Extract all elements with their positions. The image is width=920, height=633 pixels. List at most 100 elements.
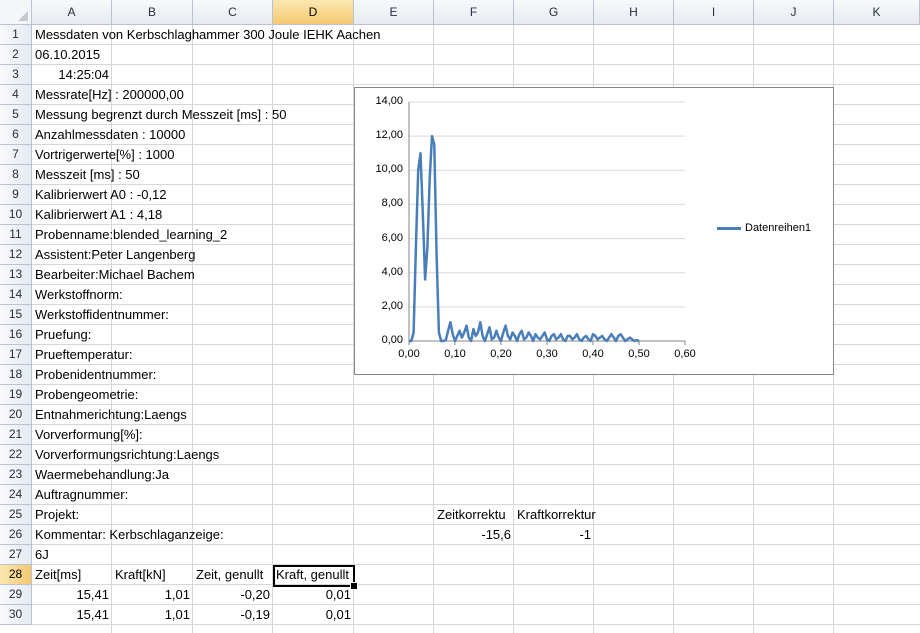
cell-a2[interactable]: 06.10.2015 bbox=[32, 45, 103, 65]
cell-a18[interactable]: Probenidentnummer: bbox=[32, 365, 159, 385]
row-header-15[interactable]: 15 bbox=[0, 305, 32, 325]
y-tick-label: 0,00 bbox=[381, 334, 403, 346]
cell-a17[interactable]: Prueftemperatur: bbox=[32, 345, 136, 365]
cell-c30[interactable]: -0,19 bbox=[193, 605, 273, 625]
row-header-28[interactable]: 28 bbox=[0, 565, 32, 585]
cell-g25[interactable]: Kraftkorrektur bbox=[514, 505, 599, 525]
row-header-24[interactable]: 24 bbox=[0, 485, 32, 505]
cell-a24[interactable]: Auftragnummer: bbox=[32, 485, 131, 505]
embedded-chart[interactable]: 0,00 2,00 4,00 6,00 8,00 10,00 12,00 14,00 0,00 0… bbox=[354, 87, 834, 375]
y-tick-label: 8,00 bbox=[381, 197, 403, 210]
cell-a3[interactable]: 14:25:04 bbox=[32, 65, 112, 85]
cell-a27[interactable]: 6J bbox=[32, 545, 52, 565]
y-tick-label: 2,00 bbox=[381, 299, 403, 312]
cell-a16[interactable]: Pruefung: bbox=[32, 325, 94, 345]
cell-a11[interactable]: Probenname:blended_learning_2 bbox=[32, 225, 230, 245]
active-cell-selection[interactable] bbox=[273, 565, 355, 587]
cell-a10[interactable]: Kalibrierwert A1 : 4,18 bbox=[32, 205, 165, 225]
row-header-6[interactable]: 6 bbox=[0, 125, 32, 145]
cell-d29[interactable]: 0,01 bbox=[273, 585, 354, 605]
cell-a4[interactable]: Messrate[Hz] : 200000,00 bbox=[32, 85, 187, 105]
y-tick-label: 6,00 bbox=[381, 231, 403, 244]
cell-b30[interactable]: 1,01 bbox=[112, 605, 193, 625]
cell-a25[interactable]: Projekt: bbox=[32, 505, 82, 525]
row-header-19[interactable]: 19 bbox=[0, 385, 32, 405]
cell-a15[interactable]: Werkstoffidentnummer: bbox=[32, 305, 172, 325]
column-header-g[interactable]: G bbox=[514, 0, 594, 25]
row-header-27[interactable]: 27 bbox=[0, 545, 32, 565]
fill-handle[interactable] bbox=[350, 582, 358, 590]
row-header-7[interactable]: 7 bbox=[0, 145, 32, 165]
x-tick-label: 0,60 bbox=[674, 348, 696, 360]
cell-a23[interactable]: Waermebehandlung:Ja bbox=[32, 465, 172, 485]
row-header-18[interactable]: 18 bbox=[0, 365, 32, 385]
row-header-3[interactable]: 3 bbox=[0, 65, 32, 85]
row-header-9[interactable]: 9 bbox=[0, 185, 32, 205]
cell-a20[interactable]: Entnahmerichtung:Laengs bbox=[32, 405, 190, 425]
cell-a1[interactable]: Messdaten von Kerbschlaghammer 300 Joule… bbox=[32, 25, 383, 45]
row-header-12[interactable]: 12 bbox=[0, 245, 32, 265]
cell-a22[interactable]: Vorverformungsrichtung:Laengs bbox=[32, 445, 222, 465]
row-header-17[interactable]: 17 bbox=[0, 345, 32, 365]
cell-a8[interactable]: Messzeit [ms] : 50 bbox=[32, 165, 143, 185]
row-header-26[interactable]: 26 bbox=[0, 525, 32, 545]
column-header-e[interactable]: E bbox=[354, 0, 434, 25]
spreadsheet-grid[interactable]: A B C D E F G H I J K 1 2 3 4 5 6 7 8 9 10 11 12 13 1… bbox=[0, 0, 920, 633]
row-header-1[interactable]: 1 bbox=[0, 25, 32, 45]
row-header-2[interactable]: 2 bbox=[0, 45, 32, 65]
cell-d30[interactable]: 0,01 bbox=[273, 605, 354, 625]
row-header-8[interactable]: 8 bbox=[0, 165, 32, 185]
chart-legend[interactable]: Datenreihen1 bbox=[717, 222, 811, 234]
cell-a14[interactable]: Werkstoffnorm: bbox=[32, 285, 126, 305]
row-header-5[interactable]: 5 bbox=[0, 105, 32, 125]
cell-f26[interactable]: -15,6 bbox=[434, 525, 514, 545]
select-all-corner[interactable] bbox=[0, 0, 32, 25]
row-header-10[interactable]: 10 bbox=[0, 205, 32, 225]
cell-a28[interactable]: Zeit[ms] bbox=[32, 565, 112, 585]
row-header-16[interactable]: 16 bbox=[0, 325, 32, 345]
column-header-i[interactable]: I bbox=[674, 0, 754, 25]
column-header-h[interactable]: H bbox=[594, 0, 674, 25]
row-header-30[interactable]: 30 bbox=[0, 605, 32, 625]
cell-f25[interactable]: Zeitkorrektu bbox=[434, 505, 514, 525]
row-header-13[interactable]: 13 bbox=[0, 265, 32, 285]
column-header-f[interactable]: F bbox=[434, 0, 514, 25]
row-header-21[interactable]: 21 bbox=[0, 425, 32, 445]
cell-b29[interactable]: 1,01 bbox=[112, 585, 193, 605]
column-header-j[interactable]: J bbox=[754, 0, 834, 25]
cell-a12[interactable]: Assistent:Peter Langenberg bbox=[32, 245, 198, 265]
column-header-c[interactable]: C bbox=[193, 0, 273, 25]
row-gridline bbox=[32, 384, 920, 385]
cell-a6[interactable]: Anzahlmessdaten : 10000 bbox=[32, 125, 188, 145]
cell-a5[interactable]: Messung begrenzt durch Messzeit [ms] : 5… bbox=[32, 105, 289, 125]
row-header-4[interactable]: 4 bbox=[0, 85, 32, 105]
cell-a21[interactable]: Vorverformung[%]: bbox=[32, 425, 146, 445]
x-tick-label: 0,00 bbox=[398, 348, 420, 360]
select-all-triangle-icon bbox=[18, 11, 28, 21]
row-header-20[interactable]: 20 bbox=[0, 405, 32, 425]
column-header-b[interactable]: B bbox=[112, 0, 193, 25]
row-header-23[interactable]: 23 bbox=[0, 465, 32, 485]
row-header-11[interactable]: 11 bbox=[0, 225, 32, 245]
column-header-k[interactable]: K bbox=[834, 0, 920, 25]
row-header-25[interactable]: 25 bbox=[0, 505, 32, 525]
y-tick-label: 10,00 bbox=[375, 163, 403, 176]
cell-a26[interactable]: Kommentar: Kerbschlaganzeige: bbox=[32, 525, 227, 545]
cell-a13[interactable]: Bearbeiter:Michael Bachem bbox=[32, 265, 198, 285]
row-header-14[interactable]: 14 bbox=[0, 285, 32, 305]
cell-a9[interactable]: Kalibrierwert A0 : -0,12 bbox=[32, 185, 170, 205]
cell-b28[interactable]: Kraft[kN] bbox=[112, 565, 193, 585]
column-header-a[interactable]: A bbox=[32, 0, 112, 25]
row-gridline bbox=[32, 64, 920, 65]
cell-a29[interactable]: 15,41 bbox=[32, 585, 112, 605]
row-header-29[interactable]: 29 bbox=[0, 585, 32, 605]
cell-a7[interactable]: Vortrigerwerte[%] : 1000 bbox=[32, 145, 177, 165]
cell-c29[interactable]: -0,20 bbox=[193, 585, 273, 605]
cell-c28[interactable]: Zeit, genullt bbox=[193, 565, 273, 585]
cell-g26[interactable]: -1 bbox=[514, 525, 594, 545]
row-header-22[interactable]: 22 bbox=[0, 445, 32, 465]
cell-a19[interactable]: Probengeometrie: bbox=[32, 385, 141, 405]
column-header-d[interactable]: D bbox=[273, 0, 354, 25]
x-tick-label: 0,30 bbox=[536, 348, 558, 360]
cell-a30[interactable]: 15,41 bbox=[32, 605, 112, 625]
